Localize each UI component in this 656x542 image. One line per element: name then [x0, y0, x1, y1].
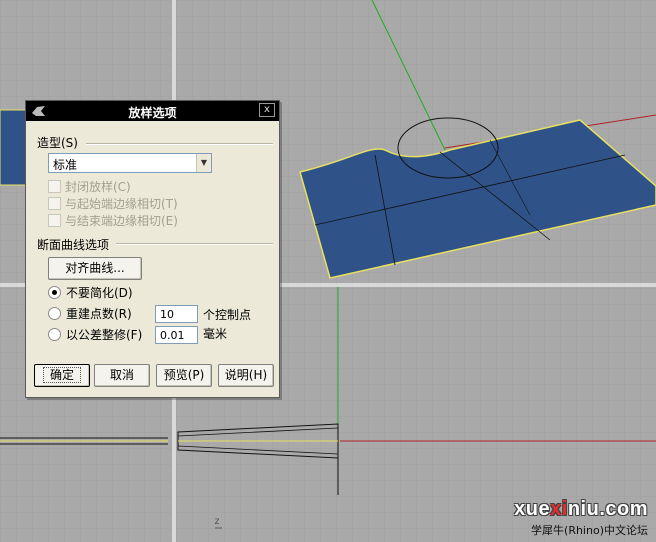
checkbox-icon[interactable]	[48, 197, 61, 210]
watermark: xuexiniu.com 学犀牛(Rhino)中文论坛	[514, 498, 648, 538]
style-select[interactable]: 标准 ▼	[48, 153, 212, 173]
title-bar[interactable]: 放样选项 x	[26, 101, 279, 121]
do-not-simplify-radio[interactable]: 不要简化(D)	[48, 285, 133, 301]
close-button[interactable]: x	[259, 103, 275, 117]
style-group-divider	[86, 143, 273, 145]
checkbox-icon[interactable]	[48, 180, 61, 193]
refit-tolerance-input[interactable]: 0.01	[155, 326, 198, 344]
ok-label: 确定	[42, 367, 81, 383]
rebuild-radio[interactable]: 重建点数(R)	[48, 306, 132, 322]
closed-loft-label: 封闭放样(C)	[65, 180, 131, 194]
loft-options-dialog: 放样选项 x 造型(S) 标准 ▼ 封闭放样(C) 与起始端边缘相切(T) 与结…	[25, 100, 280, 398]
surface-fragment-top-view	[0, 109, 29, 186]
section-group-label: 断面曲线选项	[37, 238, 110, 252]
radio-selected-icon[interactable]	[48, 286, 61, 299]
checkbox-icon[interactable]	[48, 214, 61, 227]
radio-icon[interactable]	[48, 307, 61, 320]
watermark-highlight: xi	[550, 498, 568, 520]
watermark-site: xuexiniu.com	[514, 498, 648, 521]
tangent-start-checkbox[interactable]: 与起始端边缘相切(T)	[48, 195, 178, 211]
watermark-subtitle: 学犀牛(Rhino)中文论坛	[531, 524, 648, 537]
tangent-start-label: 与起始端边缘相切(T)	[65, 197, 178, 211]
rebuild-suffix: 个控制点	[203, 308, 252, 322]
ok-button[interactable]: 确定	[34, 364, 90, 387]
refit-label: 以公差整修(F)	[66, 328, 143, 342]
axis-z-label: z	[214, 516, 221, 527]
chevron-down-icon[interactable]: ▼	[196, 154, 211, 172]
watermark-suffix: niu.com	[567, 498, 648, 520]
cancel-button[interactable]: 取消	[94, 364, 150, 387]
style-select-value: 标准	[53, 158, 78, 172]
watermark-prefix: xue	[514, 498, 551, 520]
tangent-end-label: 与结束端边缘相切(E)	[65, 214, 178, 228]
closed-loft-checkbox[interactable]: 封闭放样(C)	[48, 178, 131, 194]
preview-button[interactable]: 预览(P)	[156, 364, 212, 387]
section-group-divider	[116, 243, 273, 245]
rebuild-label: 重建点数(R)	[66, 307, 132, 321]
refit-suffix: 毫米	[203, 327, 228, 341]
refit-radio[interactable]: 以公差整修(F)	[48, 327, 142, 343]
rebuild-points-input[interactable]: 10	[155, 305, 198, 323]
dialog-title: 放样选项	[128, 106, 177, 120]
align-curves-button[interactable]: 对齐曲线...	[48, 257, 142, 280]
tangent-end-checkbox[interactable]: 与结束端边缘相切(E)	[48, 212, 178, 228]
do-not-simplify-label: 不要简化(D)	[66, 286, 133, 300]
help-button[interactable]: 说明(H)	[218, 364, 274, 387]
style-group-label: 造型(S)	[37, 136, 78, 150]
radio-icon[interactable]	[48, 328, 61, 341]
